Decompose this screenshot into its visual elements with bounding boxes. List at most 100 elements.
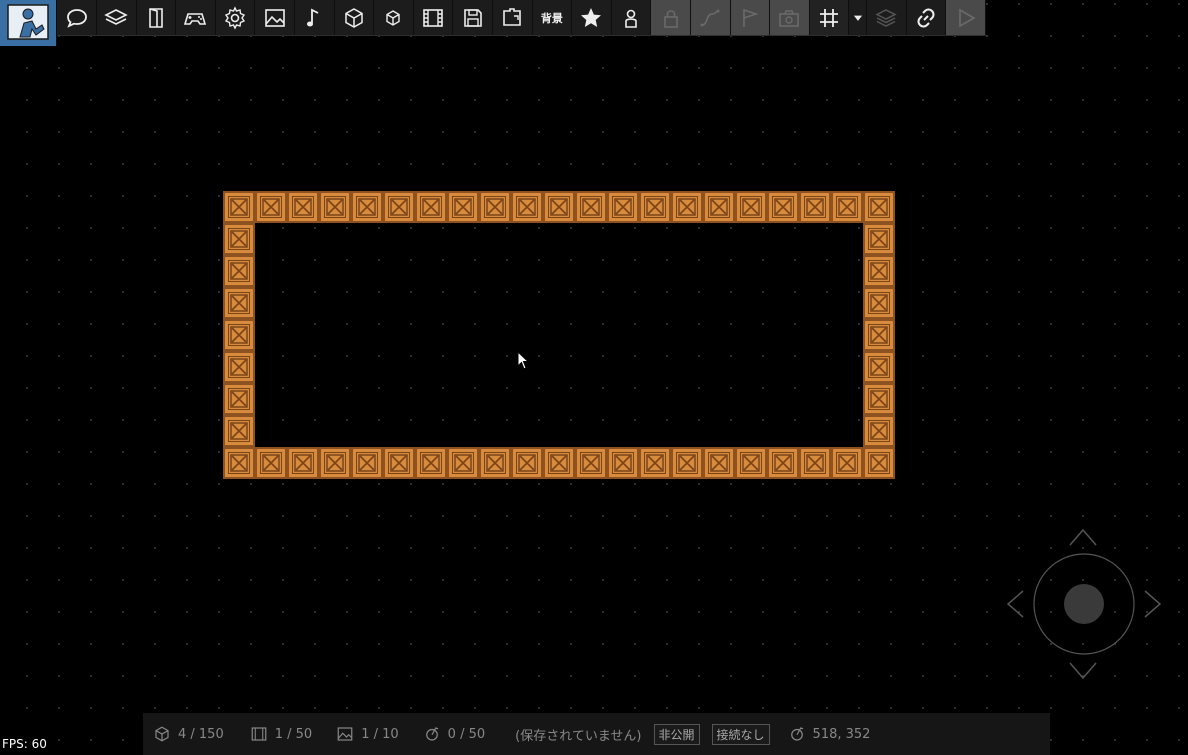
music-button[interactable]: [294, 0, 335, 35]
camera-button[interactable]: [770, 0, 810, 35]
crate-block[interactable]: [639, 447, 671, 479]
crate-x-icon: [230, 454, 248, 472]
crate-block[interactable]: [319, 191, 351, 223]
crate-block[interactable]: [383, 447, 415, 479]
crate-block[interactable]: [863, 351, 895, 383]
export-button[interactable]: [492, 0, 533, 35]
save-button[interactable]: [453, 0, 493, 35]
joystick-down-arrow[interactable]: [1069, 662, 1097, 680]
grid-button[interactable]: [809, 0, 850, 35]
crate-block[interactable]: [607, 191, 639, 223]
crate-block[interactable]: [351, 447, 383, 479]
crate-block[interactable]: [863, 191, 895, 223]
save-state: (保存されていません): [515, 728, 642, 744]
crate-block[interactable]: [383, 191, 415, 223]
star-button[interactable]: [572, 0, 612, 35]
crate-block[interactable]: [287, 191, 319, 223]
crate-block[interactable]: [255, 447, 287, 479]
connection-badge[interactable]: 接続なし: [711, 723, 770, 745]
crate-block[interactable]: [863, 447, 895, 479]
crate-block[interactable]: [223, 447, 255, 479]
crate-block[interactable]: [639, 191, 671, 223]
crate-x-icon: [806, 454, 824, 472]
crate-block[interactable]: [735, 447, 767, 479]
image-count-value: 1 / 10: [361, 726, 399, 742]
crate-block[interactable]: [255, 191, 287, 223]
crate-block[interactable]: [799, 191, 831, 223]
crate-block[interactable]: [863, 415, 895, 447]
crate-block[interactable]: [415, 191, 447, 223]
action-icon: [425, 727, 438, 741]
crate-block[interactable]: [863, 223, 895, 255]
visibility-badge[interactable]: 非公開: [653, 723, 700, 745]
crate-block[interactable]: [735, 191, 767, 223]
flag-button[interactable]: [730, 0, 771, 35]
scene-count-value: 1 / 50: [274, 726, 313, 742]
background-button[interactable]: 背景: [532, 0, 573, 35]
logo-button[interactable]: [0, 0, 58, 46]
joystick-right-arrow[interactable]: [1144, 590, 1162, 618]
crate-block[interactable]: [703, 191, 735, 223]
crate-block[interactable]: [671, 447, 703, 479]
joystick-knob[interactable]: [1064, 584, 1104, 624]
crate-block[interactable]: [447, 447, 479, 479]
layers-stack-button[interactable]: [867, 0, 907, 35]
crate-block[interactable]: [223, 415, 255, 447]
crate-block[interactable]: [447, 191, 479, 223]
crate-block[interactable]: [543, 447, 575, 479]
person-button[interactable]: [611, 0, 652, 35]
crate-block[interactable]: [223, 319, 255, 351]
crate-block[interactable]: [479, 447, 511, 479]
crate-block[interactable]: [863, 287, 895, 319]
settings-button[interactable]: [215, 0, 256, 35]
virtual-joystick[interactable]: [1004, 524, 1164, 684]
crate-block[interactable]: [511, 191, 543, 223]
crate-block[interactable]: [863, 319, 895, 351]
crate-block[interactable]: [319, 447, 351, 479]
crate-block[interactable]: [351, 191, 383, 223]
crate-block[interactable]: [671, 191, 703, 223]
grid-dropdown-button[interactable]: [849, 0, 868, 35]
film-button[interactable]: [413, 0, 454, 35]
crate-block[interactable]: [415, 447, 447, 479]
crate-block[interactable]: [831, 191, 863, 223]
small-cube-button[interactable]: [374, 0, 414, 35]
crate-block[interactable]: [607, 447, 639, 479]
crate-x-icon: [454, 454, 472, 472]
chat-button[interactable]: [57, 0, 97, 35]
crate-x-icon: [646, 454, 664, 472]
gamepad-button[interactable]: [176, 0, 216, 35]
path-button[interactable]: [690, 0, 731, 35]
crate-block[interactable]: [223, 383, 255, 415]
crate-block[interactable]: [767, 447, 799, 479]
play-button[interactable]: [946, 0, 986, 35]
crate-block[interactable]: [863, 255, 895, 287]
crate-block[interactable]: [479, 191, 511, 223]
link-button[interactable]: [906, 0, 947, 35]
crate-block[interactable]: [863, 383, 895, 415]
crate-block[interactable]: [703, 447, 735, 479]
joystick-up-arrow[interactable]: [1069, 528, 1097, 546]
image-button[interactable]: [255, 0, 295, 35]
crate-block[interactable]: [575, 447, 607, 479]
crate-block[interactable]: [767, 191, 799, 223]
lock-button[interactable]: [651, 0, 691, 35]
crate-block[interactable]: [287, 447, 319, 479]
crate-block[interactable]: [543, 191, 575, 223]
crate-block[interactable]: [831, 447, 863, 479]
cube-button[interactable]: [334, 0, 375, 35]
layers-button[interactable]: [97, 0, 137, 35]
crate-block[interactable]: [575, 191, 607, 223]
crate-block[interactable]: [223, 191, 255, 223]
crate-block[interactable]: [223, 351, 255, 383]
joystick-left-arrow[interactable]: [1006, 590, 1024, 618]
action-count: 0 / 50: [423, 725, 485, 743]
crate-block[interactable]: [511, 447, 543, 479]
link-icon: [917, 8, 935, 27]
crate-block[interactable]: [223, 223, 255, 255]
crate-block[interactable]: [223, 255, 255, 287]
crate-x-icon: [454, 198, 472, 216]
door-button[interactable]: [136, 0, 177, 35]
crate-block[interactable]: [799, 447, 831, 479]
crate-block[interactable]: [223, 287, 255, 319]
